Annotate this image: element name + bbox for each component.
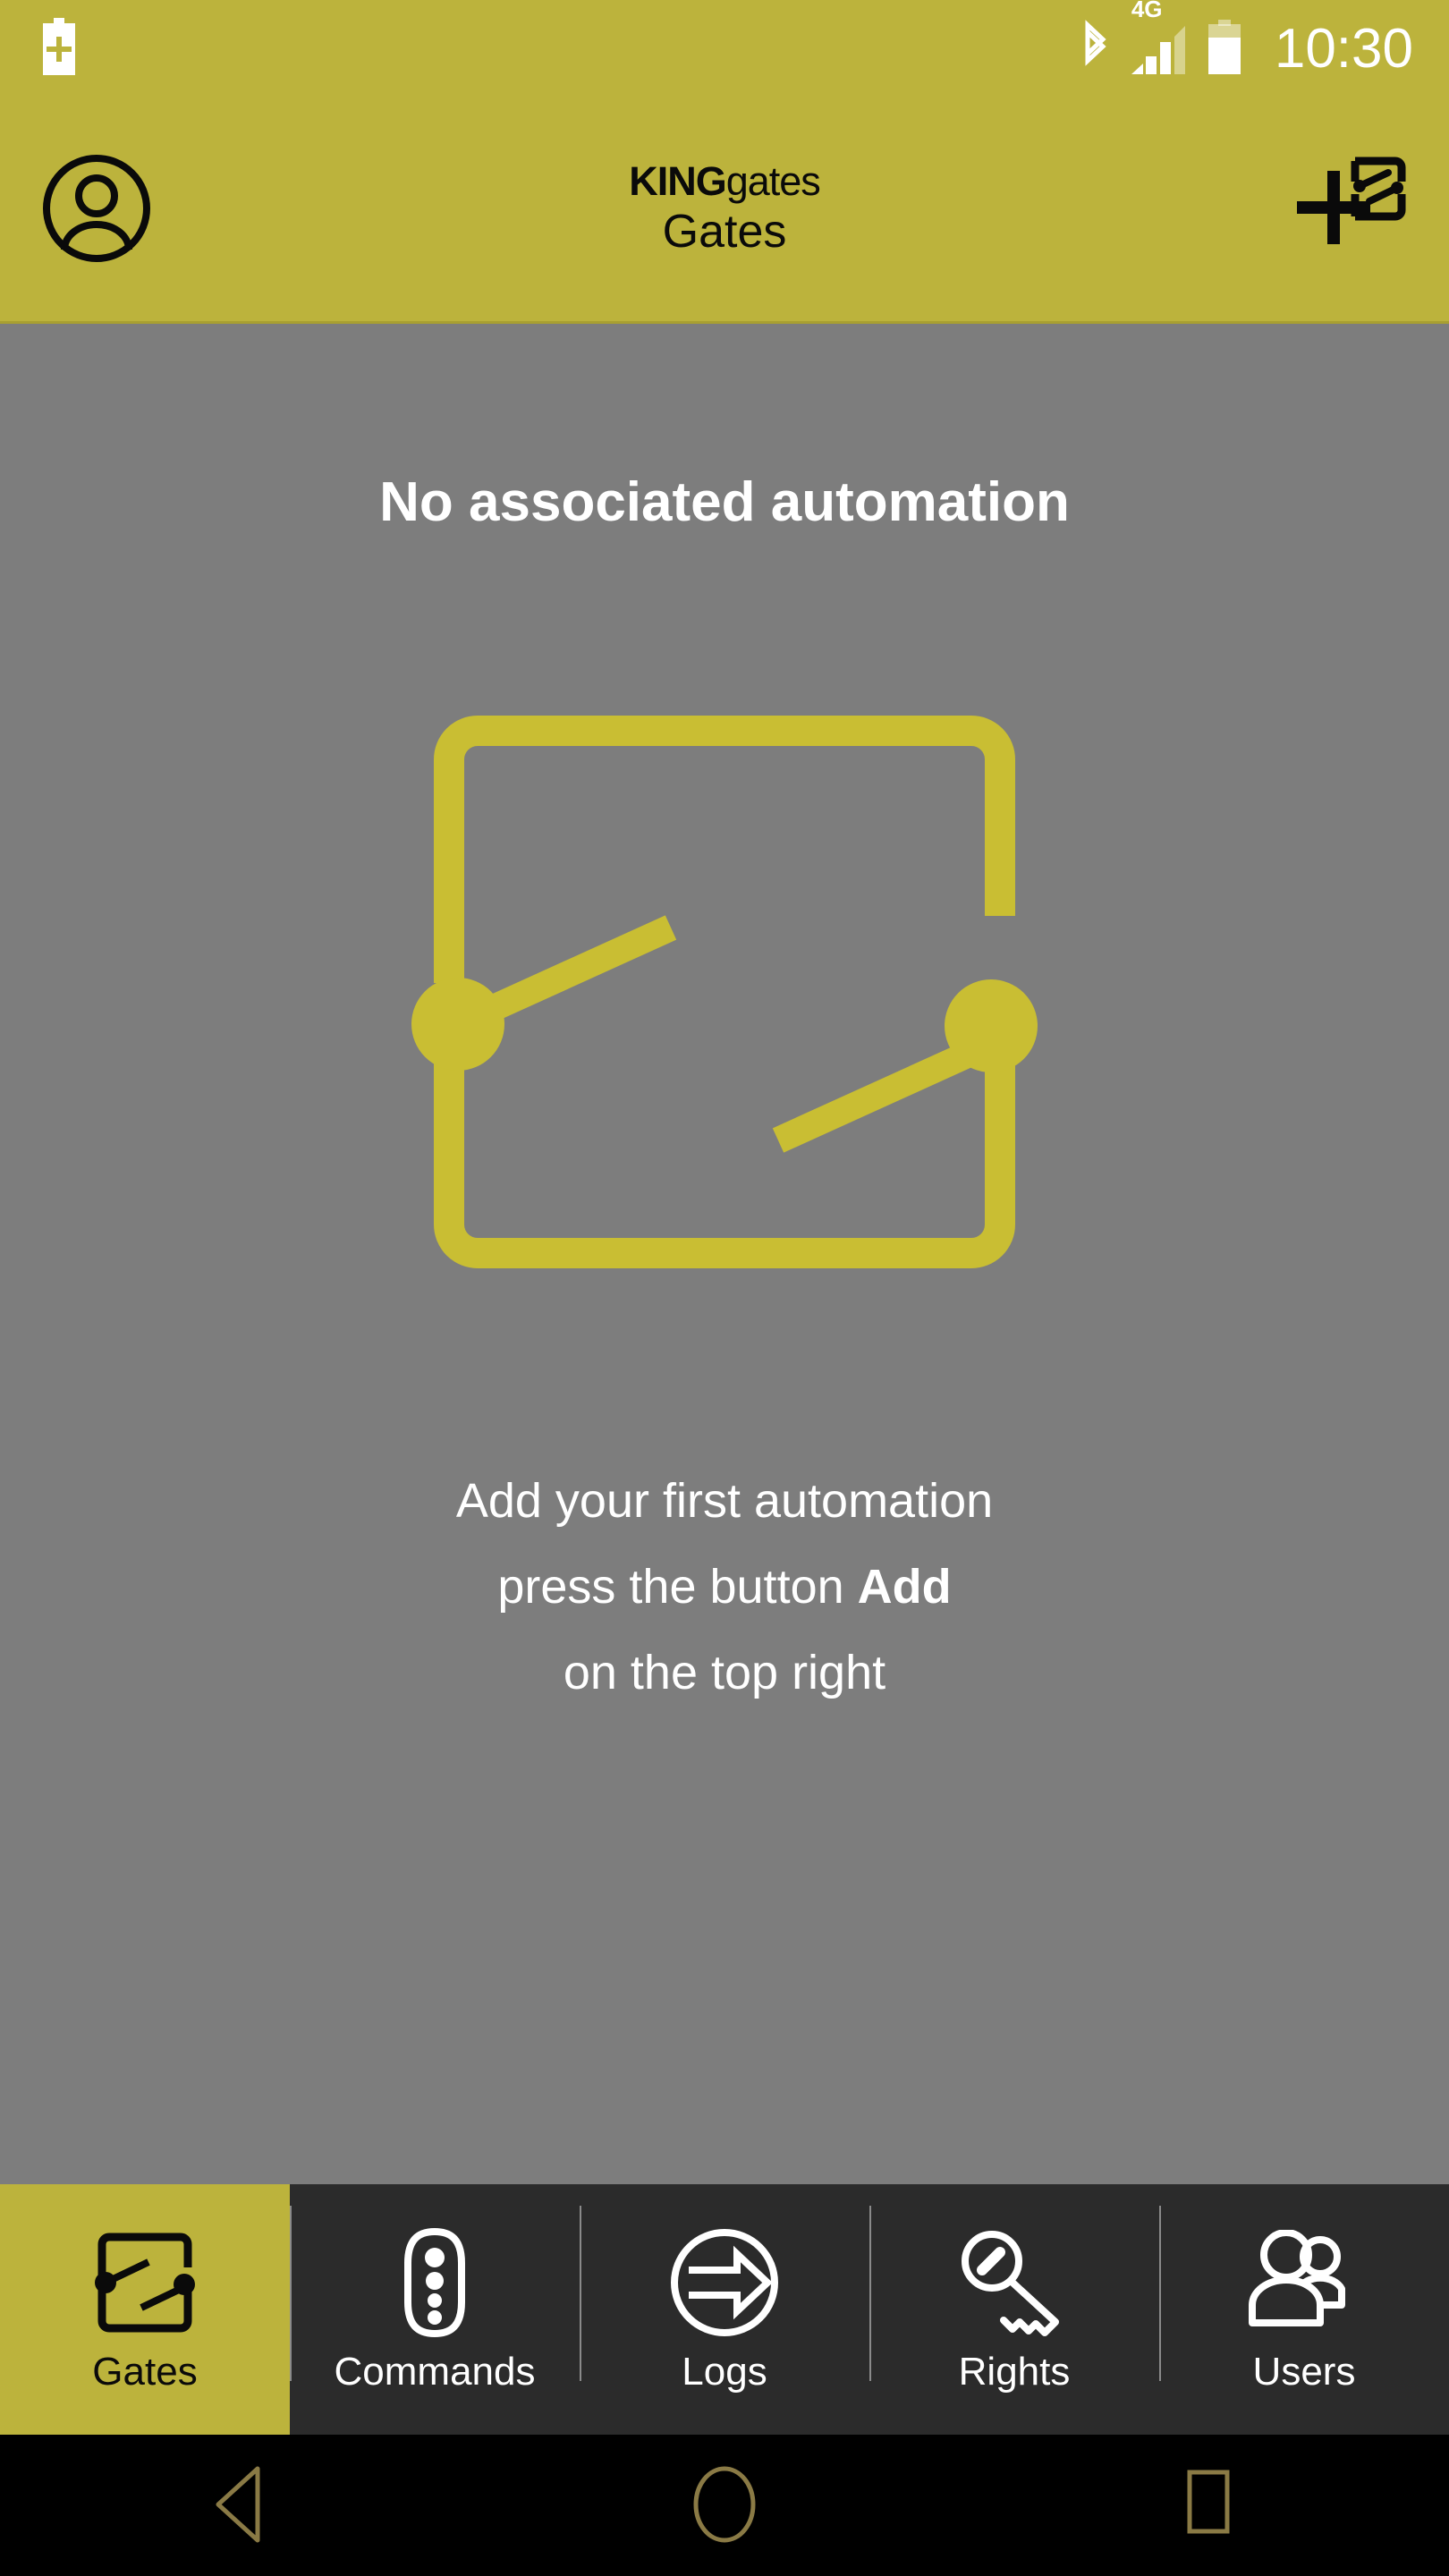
- logs-icon: [669, 2227, 780, 2338]
- tab-rights[interactable]: Rights: [869, 2184, 1159, 2435]
- bottom-tab-bar: Gates Commands Logs Rights Users: [0, 2184, 1449, 2435]
- system-navigation-bar: [0, 2435, 1449, 2576]
- system-back-button[interactable]: [0, 2462, 483, 2550]
- empty-state-title: No associated automation: [379, 471, 1070, 533]
- profile-button[interactable]: [41, 153, 152, 267]
- tab-divider: [580, 2206, 581, 2381]
- page-title: Gates: [662, 206, 787, 258]
- tab-commands-label: Commands: [334, 2350, 536, 2394]
- system-home-button[interactable]: [483, 2462, 966, 2550]
- gate-icon: [88, 2227, 202, 2338]
- users-icon: [1243, 2227, 1365, 2338]
- home-circle-icon: [682, 2462, 767, 2550]
- battery-icon: [1205, 19, 1244, 80]
- tab-gates[interactable]: Gates: [0, 2184, 290, 2435]
- gate-automation-icon: [402, 688, 1046, 1301]
- hint-line-1: Add your first automation: [455, 1474, 994, 1528]
- hint-line-3: on the top right: [563, 1646, 886, 1700]
- key-icon: [959, 2227, 1070, 2338]
- tab-divider: [290, 2206, 292, 2381]
- tab-logs[interactable]: Logs: [580, 2184, 869, 2435]
- header-center: KING gates Gates: [0, 98, 1449, 321]
- hint-line-2-emphasis: Add: [857, 1560, 952, 1614]
- bluetooth-icon: [1076, 19, 1114, 80]
- add-automation-button[interactable]: [1290, 155, 1408, 265]
- tab-users-label: Users: [1252, 2350, 1356, 2394]
- back-triangle-icon: [206, 2462, 277, 2550]
- status-bar-left: [39, 17, 79, 81]
- brand-king-text: KING: [629, 158, 726, 205]
- app-header: KING gates Gates: [0, 98, 1449, 324]
- account-circle-icon: [41, 153, 152, 267]
- main-content: No associated automation Add your first …: [0, 324, 1449, 2184]
- tab-logs-label: Logs: [682, 2350, 767, 2394]
- brand-logo: KING gates: [629, 158, 821, 205]
- system-recents-button[interactable]: [966, 2462, 1449, 2550]
- app-root: 4G 10:30 KING gates Gates No associated …: [0, 0, 1449, 2576]
- status-clock: 10:30: [1274, 18, 1413, 80]
- brand-gates-text: gates: [725, 158, 821, 205]
- empty-state-hint: Add your first automation press the butt…: [456, 1458, 993, 1716]
- tab-users[interactable]: Users: [1159, 2184, 1449, 2435]
- status-bar: 4G 10:30: [0, 0, 1449, 98]
- tab-divider: [869, 2206, 871, 2381]
- hint-line-2: press the button Add: [456, 1544, 993, 1630]
- tab-divider: [1159, 2206, 1161, 2381]
- tab-commands[interactable]: Commands: [290, 2184, 580, 2435]
- recents-square-icon: [1170, 2462, 1245, 2550]
- network-type-label: 4G: [1131, 0, 1163, 22]
- add-gate-icon: [1290, 155, 1408, 265]
- hint-line-2-prefix: press the button: [497, 1560, 844, 1614]
- signal-bars-icon: 4G: [1131, 0, 1187, 74]
- status-bar-right: 4G 10:30: [1076, 0, 1413, 80]
- tab-rights-label: Rights: [958, 2350, 1071, 2394]
- battery-plus-icon: [39, 17, 79, 81]
- tab-gates-label: Gates: [92, 2350, 198, 2394]
- remote-icon: [397, 2227, 472, 2338]
